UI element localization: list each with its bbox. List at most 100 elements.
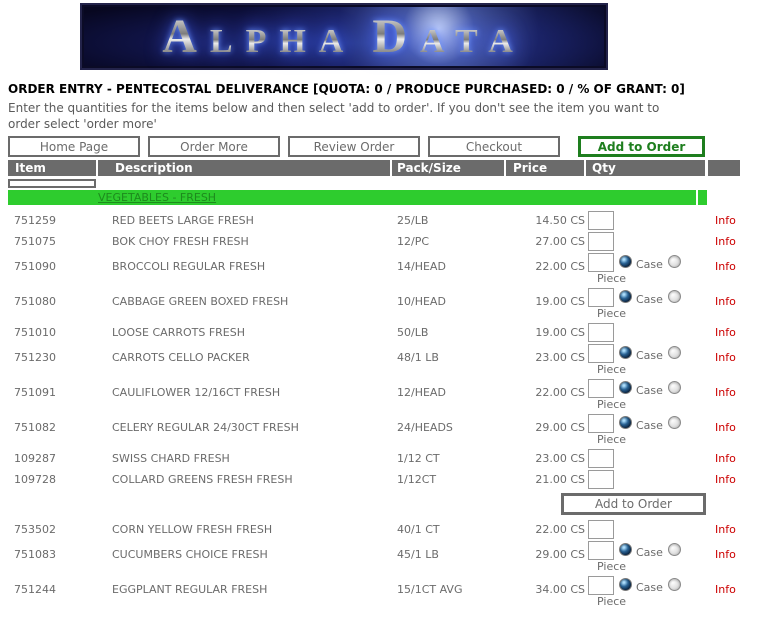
info-link[interactable]: Info xyxy=(715,260,736,273)
item-pack-size: 24/HEADS xyxy=(397,421,453,434)
case-radio[interactable] xyxy=(619,254,632,268)
item-number: 751244 xyxy=(14,583,56,596)
item-description: SWISS CHARD FRESH xyxy=(112,452,230,465)
info-link[interactable]: Info xyxy=(715,523,736,536)
item-description: BROCCOLI REGULAR FRESH xyxy=(112,260,266,273)
piece-radio[interactable] xyxy=(667,380,681,394)
item-description: CARROTS CELLO PACKER xyxy=(112,351,250,364)
item-pack-size: 1/12CT xyxy=(397,473,437,486)
column-header-item: Item xyxy=(8,160,98,176)
home-page-button[interactable]: Home Page xyxy=(8,136,140,157)
mid-button-row: Add to Order xyxy=(8,489,740,518)
case-radio[interactable] xyxy=(619,577,632,591)
info-cell: Info xyxy=(708,574,740,596)
qty-input[interactable] xyxy=(588,541,614,560)
qty-input[interactable] xyxy=(588,253,614,272)
review-order-button[interactable]: Review Order xyxy=(288,136,420,157)
info-cell: Info xyxy=(708,342,740,364)
qty-cell xyxy=(586,468,708,489)
order-table: Item Description Pack/Size Price Qty VEG… xyxy=(8,160,740,609)
checkout-button[interactable]: Checkout xyxy=(428,136,560,157)
case-radio-label: Case xyxy=(636,292,663,306)
info-link[interactable]: Info xyxy=(715,473,736,486)
empty-item-box xyxy=(8,179,96,188)
item-price: 19.00 CS xyxy=(535,295,585,308)
qty-cell: Case Piece xyxy=(586,412,708,447)
qty-cell xyxy=(586,209,708,230)
alpha-data-wordmark: ALPHA DATA xyxy=(162,9,526,64)
qty-input[interactable] xyxy=(588,323,614,342)
item-pack-size: 14/HEAD xyxy=(397,260,446,273)
piece-radio[interactable] xyxy=(667,254,681,268)
column-header-description: Description xyxy=(98,160,392,176)
case-radio[interactable] xyxy=(619,345,632,359)
logo-letter: D xyxy=(372,10,421,63)
category-link[interactable]: VEGETABLES - FRESH xyxy=(98,191,216,204)
item-number: 109728 xyxy=(14,473,56,486)
instructions-text: Enter the quantities for the items below… xyxy=(8,100,757,132)
piece-radio[interactable] xyxy=(667,415,681,429)
info-link[interactable]: Info xyxy=(715,421,736,434)
piece-radio[interactable] xyxy=(667,345,681,359)
info-link[interactable]: Info xyxy=(715,548,736,561)
piece-radio[interactable] xyxy=(667,542,681,556)
info-link[interactable]: Info xyxy=(715,351,736,364)
table-row: 751090 BROCCOLI REGULAR FRESH 14/HEAD 22… xyxy=(8,251,740,286)
item-price: 29.00 CS xyxy=(535,548,585,561)
info-link[interactable]: Info xyxy=(715,235,736,248)
qty-input[interactable] xyxy=(588,520,614,539)
piece-radio[interactable] xyxy=(667,289,681,303)
add-to-order-button-top[interactable]: Add to Order xyxy=(578,136,705,157)
case-radio[interactable] xyxy=(619,380,632,394)
instructions-line-1: Enter the quantities for the items below… xyxy=(8,101,660,115)
case-radio[interactable] xyxy=(619,415,632,429)
qty-input[interactable] xyxy=(588,379,614,398)
page-title: ORDER ENTRY - PENTECOSTAL DELIVERANCE [Q… xyxy=(8,82,685,96)
item-number: 751082 xyxy=(14,421,56,434)
qty-input[interactable] xyxy=(588,576,614,595)
item-number: 751090 xyxy=(14,260,56,273)
table-row: 753502 CORN YELLOW FRESH FRESH 40/1 CT 2… xyxy=(8,518,740,539)
qty-input[interactable] xyxy=(588,211,614,230)
case-radio-label: Case xyxy=(636,418,663,432)
qty-input[interactable] xyxy=(588,232,614,251)
info-link[interactable]: Info xyxy=(715,214,736,227)
order-more-button[interactable]: Order More xyxy=(148,136,280,157)
qty-input[interactable] xyxy=(588,344,614,363)
case-radio[interactable] xyxy=(619,542,632,556)
info-cell: Info xyxy=(708,230,740,248)
qty-cell: Case Piece xyxy=(586,251,708,286)
nav-button-bar: Home Page Order More Review Order Checko… xyxy=(8,136,757,157)
item-description: CAULIFLOWER 12/16CT FRESH xyxy=(112,386,281,399)
qty-input[interactable] xyxy=(588,414,614,433)
piece-radio[interactable] xyxy=(667,577,681,591)
info-link[interactable]: Info xyxy=(715,295,736,308)
category-band: VEGETABLES - FRESH xyxy=(8,190,696,205)
item-price: 27.00 CS xyxy=(535,235,585,248)
qty-input[interactable] xyxy=(588,288,614,307)
qty-cell xyxy=(586,321,708,342)
info-cell: Info xyxy=(708,286,740,308)
info-link[interactable]: Info xyxy=(715,452,736,465)
case-radio[interactable] xyxy=(619,289,632,303)
table-row: 751083 CUCUMBERS CHOICE FRESH 45/1 LB 29… xyxy=(8,539,740,574)
item-pack-size: 15/1CT AVG xyxy=(397,583,463,596)
case-radio-label: Case xyxy=(636,348,663,362)
table-row: 751230 CARROTS CELLO PACKER 48/1 LB 23.0… xyxy=(8,342,740,377)
item-price: 23.00 CS xyxy=(535,452,585,465)
info-link[interactable]: Info xyxy=(715,583,736,596)
add-to-order-button-middle[interactable]: Add to Order xyxy=(561,493,706,515)
piece-radio-label: Piece xyxy=(597,560,627,573)
table-row: 751010 LOOSE CARROTS FRESH 50/LB 19.00 C… xyxy=(8,321,740,342)
qty-input[interactable] xyxy=(588,470,614,489)
qty-input[interactable] xyxy=(588,449,614,468)
info-cell: Info xyxy=(708,412,740,434)
case-radio-label: Case xyxy=(636,383,663,397)
info-cell: Info xyxy=(708,377,740,399)
item-pack-size: 12/HEAD xyxy=(397,386,446,399)
info-link[interactable]: Info xyxy=(715,386,736,399)
item-pack-size: 48/1 LB xyxy=(397,351,439,364)
item-price: 21.00 CS xyxy=(535,473,585,486)
info-link[interactable]: Info xyxy=(715,326,736,339)
qty-cell: Case Piece xyxy=(586,286,708,321)
